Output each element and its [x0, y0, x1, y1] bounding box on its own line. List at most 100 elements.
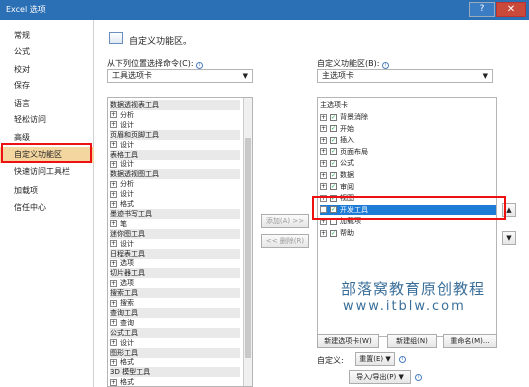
sidebar-item[interactable]: 信任中心	[0, 200, 94, 216]
expand-icon[interactable]: +	[320, 113, 327, 121]
list-item[interactable]: + 笔	[110, 219, 127, 229]
new-group-button[interactable]: 新建组(N)	[387, 334, 437, 348]
ribbon-tab-label: 审阅	[340, 182, 354, 191]
close-button[interactable]: ✕	[496, 2, 526, 17]
checkbox[interactable]: ✓	[330, 148, 337, 156]
list-group-header[interactable]: 查询工具	[110, 307, 240, 318]
ribbon-tab-item[interactable]: + ✓ 帮助	[320, 228, 354, 238]
list-item[interactable]: + 分析	[110, 179, 134, 189]
list-group-header[interactable]: 切片器工具	[110, 268, 240, 279]
ribbon-tab-item[interactable]: + ✓ 公式	[320, 158, 354, 168]
sidebar-item[interactable]: 保存	[0, 78, 94, 94]
sidebar-item[interactable]: 校对	[0, 62, 94, 78]
expand-icon[interactable]: +	[320, 159, 327, 167]
expand-icon[interactable]: +	[110, 111, 117, 119]
expand-icon[interactable]: +	[110, 339, 117, 347]
ribbon-tab-item[interactable]: + ✓ 数据	[320, 170, 354, 180]
expand-icon[interactable]: +	[110, 259, 117, 267]
list-item[interactable]: + 设计	[110, 189, 134, 199]
expand-icon[interactable]: +	[110, 240, 117, 248]
expand-icon[interactable]: +	[110, 319, 117, 327]
list-item[interactable]: + 格式	[110, 377, 134, 386]
checkbox[interactable]: ✓	[330, 113, 337, 121]
checkbox[interactable]: ✓	[330, 125, 337, 133]
list-item[interactable]: + 分析	[110, 110, 134, 120]
expand-icon[interactable]: +	[110, 358, 117, 366]
sidebar-item[interactable]: 轻松访问	[0, 112, 94, 128]
help-button[interactable]: ?	[469, 2, 495, 17]
expand-icon[interactable]: +	[110, 160, 117, 168]
ribbon-tab-item[interactable]: + ✓ 页面布局	[320, 147, 368, 157]
reset-button[interactable]: 重置(E) ▼	[355, 352, 395, 366]
import-export-button[interactable]: 导入/导出(P) ▼	[349, 370, 411, 384]
list-group-header[interactable]: 搜索工具	[110, 288, 240, 299]
expand-icon[interactable]: +	[110, 200, 117, 208]
ribbon-tab-item[interactable]: + ✓ 开始	[320, 124, 354, 134]
expand-icon[interactable]: +	[320, 183, 327, 191]
window-title: Excel 选项	[6, 5, 46, 14]
checkbox[interactable]: ✓	[330, 183, 337, 191]
list-item[interactable]: + 选项	[110, 258, 134, 268]
ribbon-tab-item[interactable]: + ✓ 背景消除	[320, 112, 368, 122]
expand-icon[interactable]: +	[110, 378, 117, 386]
commands-from-dropdown[interactable]: 工具选项卡 ▼	[107, 69, 253, 83]
rename-button[interactable]: 重命名(M)...	[443, 334, 497, 348]
expand-icon[interactable]: +	[320, 125, 327, 133]
list-item[interactable]: + 设计	[110, 338, 134, 348]
checkbox[interactable]: ✓	[330, 136, 337, 144]
customize-ribbon-dropdown[interactable]: 主选项卡 ▼	[317, 69, 493, 83]
scrollbar-thumb[interactable]	[245, 138, 251, 358]
expand-icon[interactable]: +	[320, 229, 327, 237]
list-group-header[interactable]: 日程表工具	[110, 248, 240, 259]
list-item[interactable]: + 格式	[110, 357, 134, 367]
page-title: 自定义功能区。	[129, 37, 193, 47]
list-group-header[interactable]: 数据透视表工具	[110, 100, 240, 110]
expand-icon[interactable]: +	[320, 136, 327, 144]
expand-icon[interactable]: +	[110, 180, 117, 188]
choose-commands-text: 从下列位置选择命令(C):	[107, 59, 194, 68]
add-button[interactable]: 添加(A) >>	[261, 214, 309, 228]
list-group-header[interactable]: 迷你图工具	[110, 228, 240, 239]
sidebar-item[interactable]: 常规	[0, 28, 94, 44]
new-tab-button[interactable]: 新建选项卡(W)	[317, 334, 379, 348]
expand-icon[interactable]: +	[110, 299, 117, 307]
expand-icon[interactable]: +	[110, 220, 117, 228]
scrollbar[interactable]	[243, 98, 252, 386]
available-commands-list[interactable]: 数据透视表工具 + 分析 + 设计 页眉和页脚工具 + 设计 表格工具 + 设计 数据透视图工具 + 分析…	[107, 97, 253, 387]
list-group-header[interactable]: 表格工具	[110, 149, 240, 160]
sidebar-item[interactable]: 公式	[0, 44, 94, 60]
expand-icon[interactable]: +	[320, 171, 327, 179]
list-group-header[interactable]: 墨迹书写工具	[110, 208, 240, 219]
list-item[interactable]: + 设计	[110, 120, 134, 130]
list-group-header[interactable]: 3D 模型工具	[110, 367, 240, 378]
remove-button[interactable]: << 删除(R)	[261, 234, 309, 248]
list-group-header[interactable]: 页眉和页脚工具	[110, 129, 240, 140]
sidebar-item[interactable]: 快速访问工具栏	[0, 164, 94, 180]
checkbox[interactable]: ✓	[330, 229, 337, 237]
list-group-header[interactable]: 数据透视图工具	[110, 169, 240, 180]
ribbon-icon	[109, 32, 123, 44]
list-item[interactable]: + 设计	[110, 159, 134, 169]
list-item[interactable]: + 搜索	[110, 298, 134, 308]
list-item[interactable]: + 设计	[110, 140, 134, 150]
list-item[interactable]: + 查询	[110, 318, 134, 328]
ribbon-tab-item[interactable]: + ✓ 插入	[320, 135, 354, 145]
expand-icon[interactable]: +	[110, 141, 117, 149]
chevron-down-icon: ▼	[482, 72, 488, 80]
expand-icon[interactable]: +	[110, 121, 117, 129]
expand-icon[interactable]: +	[110, 279, 117, 287]
checkbox[interactable]: ✓	[330, 171, 337, 179]
ribbon-tab-item[interactable]: + ✓ 审阅	[320, 182, 354, 192]
expand-icon[interactable]: +	[110, 190, 117, 198]
sidebar-item[interactable]: 语言	[0, 96, 94, 112]
move-down-button[interactable]: ▼	[502, 231, 516, 245]
expand-icon[interactable]: +	[320, 148, 327, 156]
list-item[interactable]: + 设计	[110, 239, 134, 249]
list-group-header[interactable]: 图形工具	[110, 347, 240, 358]
sidebar-item[interactable]: 加载项	[0, 183, 94, 199]
list-group-header[interactable]: 公式工具	[110, 327, 240, 338]
list-item[interactable]: + 选项	[110, 278, 134, 288]
checkbox[interactable]: ✓	[330, 159, 337, 167]
list-item-label: 图形工具	[110, 348, 138, 357]
list-item[interactable]: + 格式	[110, 199, 134, 209]
